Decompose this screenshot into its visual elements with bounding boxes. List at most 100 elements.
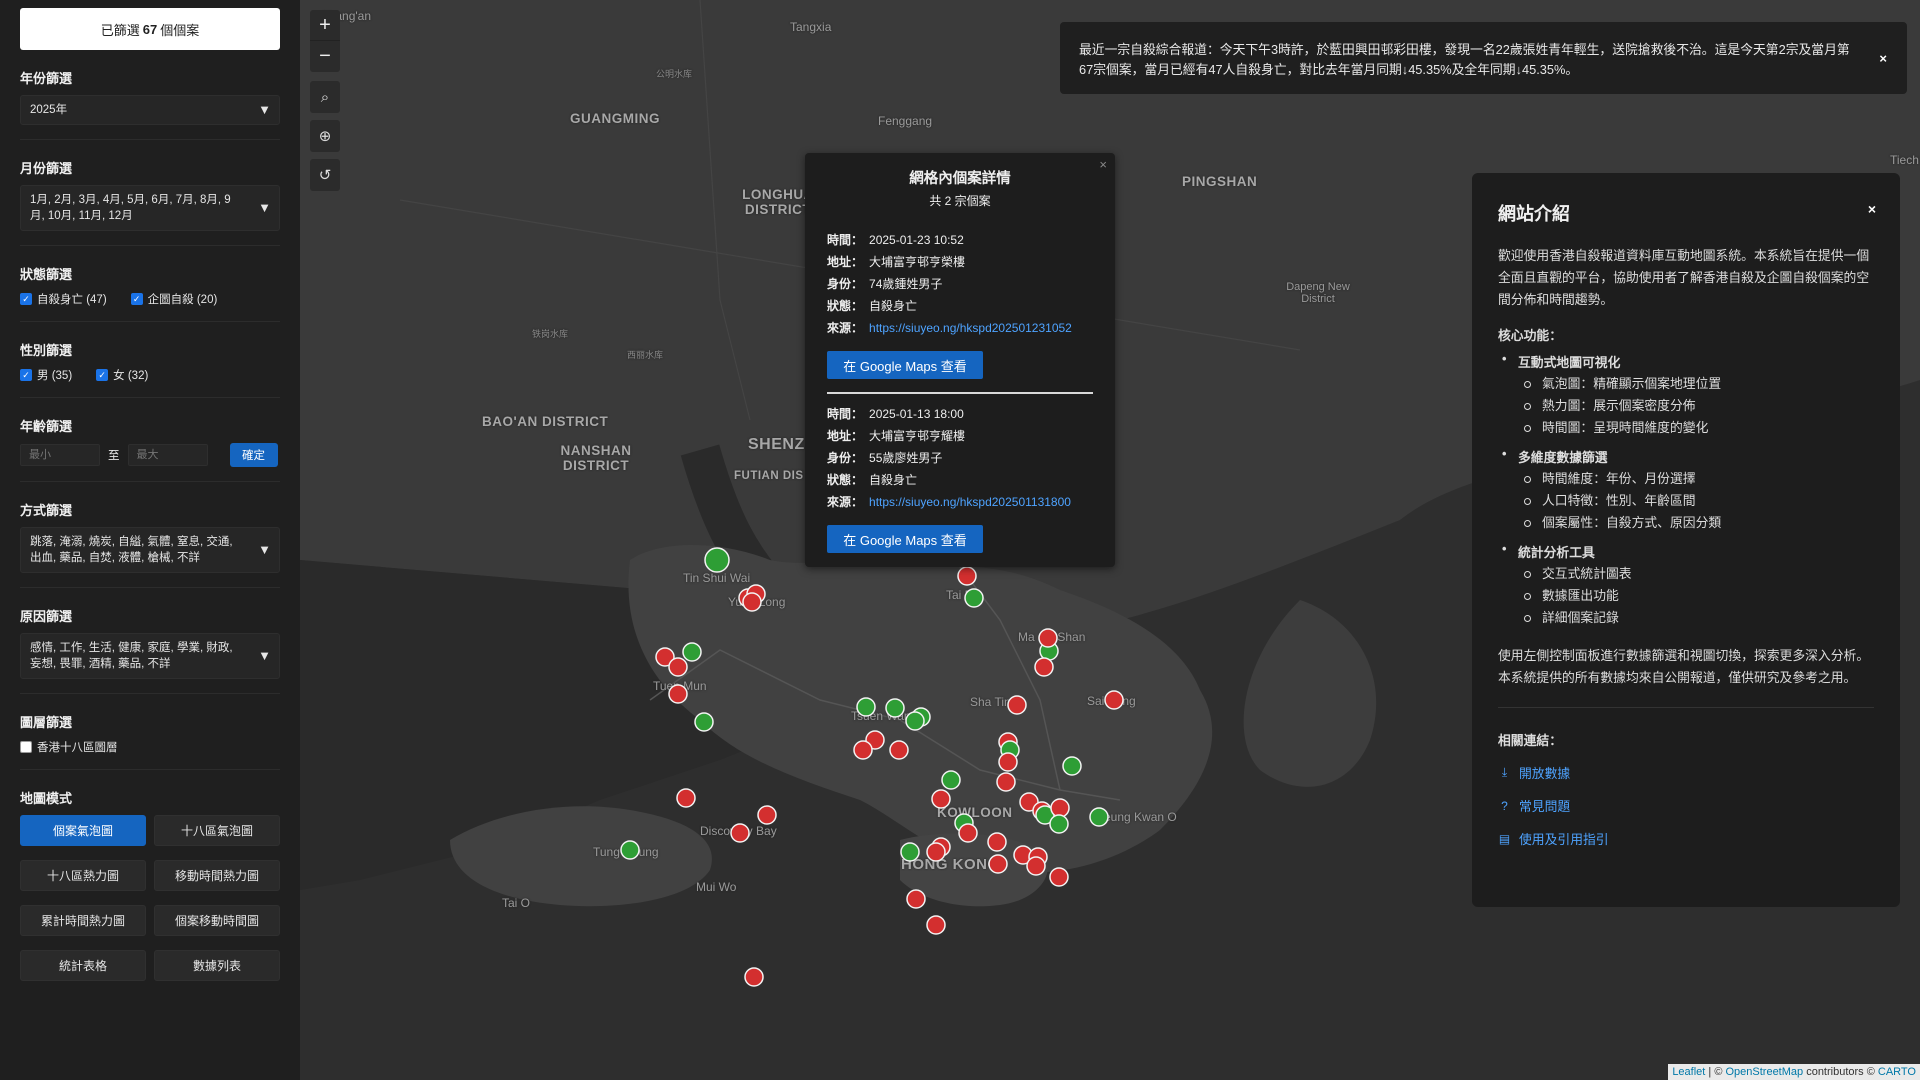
method-filter-title: 方式篩選: [20, 503, 73, 518]
news-close-button[interactable]: ×: [1879, 49, 1887, 69]
case-marker-attempt[interactable]: [941, 770, 961, 790]
case-marker-death[interactable]: [742, 592, 762, 612]
case-marker-attempt[interactable]: [682, 642, 702, 662]
case-marker-death[interactable]: [931, 789, 951, 809]
age-min-input[interactable]: [20, 444, 100, 466]
checkbox-checked-icon: ✓: [96, 369, 109, 381]
feature-subitem: 時間維度：年份、月份選擇: [1522, 468, 1874, 490]
reason-select[interactable]: 感情, 工作, 生活, 健康, 家庭, 學業, 財政, 妄想, 畏罪, 酒精, …: [20, 633, 280, 679]
mode-button-district-bubble[interactable]: 十八區氣泡圖: [154, 815, 280, 846]
district-layer-checkbox[interactable]: 香港十八區圖層: [20, 739, 280, 755]
locate-button[interactable]: ⊕: [310, 120, 340, 152]
google-maps-button[interactable]: 在 Google Maps 查看: [827, 351, 983, 379]
case-source-link[interactable]: https://siuyeo.ng/hkspd202501131800: [869, 495, 1071, 509]
case-identity-label: 身份：: [827, 277, 864, 291]
case-marker-death[interactable]: [1050, 798, 1070, 818]
year-select[interactable]: 2025年 ▼: [20, 95, 280, 125]
case-marker-death[interactable]: [957, 566, 977, 586]
case-marker-attempt[interactable]: [964, 588, 984, 608]
mode-button-cumulative-heatmap[interactable]: 累計時間熱力圖: [20, 905, 146, 936]
case-marker-death[interactable]: [1104, 690, 1124, 710]
case-marker-death[interactable]: [853, 740, 873, 760]
status-filter-title: 狀態篩選: [20, 267, 73, 282]
age-confirm-button[interactable]: 確定: [229, 443, 278, 467]
case-marker-death[interactable]: [926, 842, 946, 862]
intro-close-button[interactable]: ×: [1868, 201, 1876, 217]
site-intro-panel: × 網站介紹 歡迎使用香港自殺報道資料庫互動地圖系統。本系統旨在提供一個全面且直…: [1472, 173, 1900, 907]
case-marker-death[interactable]: [668, 657, 688, 677]
mode-button-moving-time-heatmap[interactable]: 移動時間熱力圖: [154, 860, 280, 891]
mode-button-case-moving-time[interactable]: 個案移動時間圖: [154, 905, 280, 936]
feature-subitem: 人口特徵：性別、年齡區間: [1522, 490, 1874, 512]
carto-link[interactable]: CARTO: [1878, 1066, 1916, 1078]
case-marker-death[interactable]: [988, 854, 1008, 874]
attribution-separator: | ©: [1705, 1066, 1726, 1078]
case-marker-attempt[interactable]: [856, 697, 876, 717]
case-marker-attempt[interactable]: [694, 712, 714, 732]
method-select[interactable]: 跳落, 淹溺, 燒炭, 自縊, 氣體, 窒息, 交通, 出血, 藥品, 自焚, …: [20, 527, 280, 573]
case-marker-death[interactable]: [1034, 657, 1054, 677]
gender-female-checkbox[interactable]: ✓ 女 (32): [96, 367, 148, 383]
age-max-input[interactable]: [127, 444, 208, 466]
case-marker-death[interactable]: [987, 832, 1007, 852]
year-select-value: 2025年: [30, 104, 68, 116]
mode-button-stats-table[interactable]: 統計表格: [20, 950, 146, 981]
case-marker-death[interactable]: [1026, 856, 1046, 876]
status-death-checkbox[interactable]: ✓ 自殺身亡 (47): [20, 291, 107, 307]
popup-close-button[interactable]: ×: [1099, 157, 1107, 172]
case-marker-attempt[interactable]: [620, 840, 640, 860]
map-canvas[interactable]: Chang'an Tangxia GUANGMING Fenggang LONG…: [300, 0, 1920, 1080]
refresh-icon: ↺: [318, 167, 332, 184]
case-marker-death[interactable]: [676, 788, 696, 808]
case-marker-death[interactable]: [668, 684, 688, 704]
filtered-count: 67: [142, 21, 158, 37]
zoom-control: + −: [310, 10, 340, 72]
checkbox-checked-icon: ✓: [130, 293, 143, 305]
open-data-link[interactable]: ⤓ 開放數據: [1498, 763, 1874, 782]
search-button[interactable]: ⌕: [310, 81, 340, 113]
popup-subtitle: 共 2 宗個案: [929, 194, 991, 208]
divider: [20, 587, 280, 588]
case-marker-attempt[interactable]: [1089, 807, 1109, 827]
case-marker-death[interactable]: [906, 889, 926, 909]
case-marker-attempt[interactable]: [1049, 814, 1069, 834]
feature-subitem: 數據匯出功能: [1522, 585, 1874, 607]
faq-link[interactable]: ? 常見問題: [1498, 796, 1874, 815]
links-label: 相關連結：: [1498, 733, 1562, 748]
citation-guide-link[interactable]: ▤ 使用及引用指引: [1498, 829, 1874, 848]
mode-button-district-heatmap[interactable]: 十八區熱力圖: [20, 860, 146, 891]
divider: [1498, 707, 1874, 708]
reset-view-button[interactable]: ↺: [310, 159, 340, 191]
case-marker-attempt[interactable]: [905, 711, 925, 731]
zoom-out-button[interactable]: −: [310, 41, 340, 72]
leaflet-link[interactable]: Leaflet: [1672, 1066, 1705, 1078]
case-status-label: 狀態：: [827, 473, 864, 487]
case-marker-attempt[interactable]: [900, 842, 920, 862]
case-marker-death[interactable]: [744, 967, 764, 987]
status-attempt-checkbox[interactable]: ✓ 企圖自殺 (20): [130, 291, 217, 307]
case-marker-death[interactable]: [1038, 628, 1058, 648]
case-marker-death[interactable]: [996, 772, 1016, 792]
case-marker-death[interactable]: [998, 752, 1018, 772]
month-select[interactable]: 1月, 2月, 3月, 4月, 5月, 6月, 7月, 8月, 9月, 10月,…: [20, 185, 280, 231]
case-source-link[interactable]: https://siuyeo.ng/hkspd202501231052: [869, 321, 1072, 335]
reason-select-value: 感情, 工作, 生活, 健康, 家庭, 學業, 財政, 妄想, 畏罪, 酒精, …: [30, 642, 233, 670]
case-marker-death[interactable]: [730, 823, 750, 843]
case-marker-death[interactable]: [958, 823, 978, 843]
mode-button-data-list[interactable]: 數據列表: [154, 950, 280, 981]
case-marker-attempt[interactable]: [704, 547, 730, 573]
case-marker-attempt[interactable]: [885, 698, 905, 718]
gender-male-checkbox[interactable]: ✓ 男 (35): [20, 367, 72, 383]
case-marker-death[interactable]: [1049, 867, 1069, 887]
mode-button-case-bubble[interactable]: 個案氣泡圖: [20, 815, 146, 846]
case-source-row: 來源： https://siuyeo.ng/hkspd202501131800: [827, 491, 1093, 513]
osm-link[interactable]: OpenStreetMap: [1725, 1066, 1803, 1078]
case-marker-attempt[interactable]: [1062, 756, 1082, 776]
case-marker-death[interactable]: [889, 740, 909, 760]
google-maps-button[interactable]: 在 Google Maps 查看: [827, 525, 983, 553]
link-label: 常見問題: [1519, 799, 1571, 814]
zoom-in-button[interactable]: +: [310, 10, 340, 41]
case-marker-death[interactable]: [757, 805, 777, 825]
case-marker-death[interactable]: [926, 915, 946, 935]
case-marker-death[interactable]: [1007, 695, 1027, 715]
